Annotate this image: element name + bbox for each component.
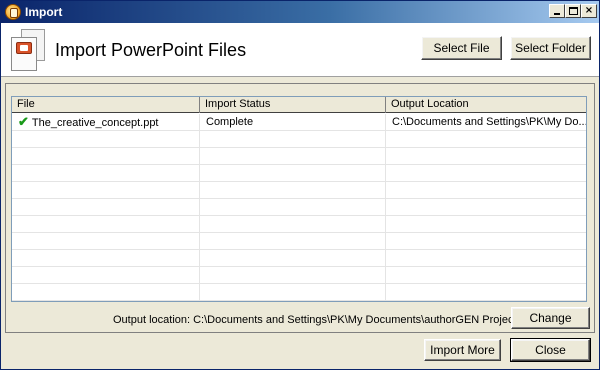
table-row: [12, 250, 586, 267]
select-folder-button[interactable]: Select Folder: [510, 36, 591, 60]
column-header-output-location[interactable]: Output Location: [386, 97, 586, 113]
app-icon: [5, 4, 21, 20]
close-button[interactable]: Close: [510, 338, 591, 362]
select-file-button[interactable]: Select File: [421, 36, 502, 60]
close-window-button[interactable]: ×: [581, 4, 597, 18]
minimize-button[interactable]: [549, 4, 565, 18]
window-title: Import: [25, 5, 63, 19]
table-row[interactable]: ✔ The_creative_concept.ppt Complete C:\Do…: [12, 114, 587, 131]
table-row: [12, 165, 586, 182]
maximize-icon: [569, 7, 578, 15]
column-header-import-status[interactable]: Import Status: [200, 97, 386, 113]
page-title: Import PowerPoint Files: [55, 40, 247, 60]
table-row: [12, 267, 586, 284]
table-row: [12, 148, 586, 165]
output-cell: C:\Documents and Settings\PK\My Do...: [392, 116, 587, 128]
column-header-file[interactable]: File: [12, 97, 200, 113]
table-row: [12, 233, 586, 250]
change-button[interactable]: Change: [511, 307, 590, 329]
table-row: [12, 301, 587, 302]
file-cell: ✔ The_creative_concept.ppt: [12, 114, 200, 131]
minimize-icon: [554, 13, 560, 15]
powerpoint-document-icon: [9, 29, 49, 73]
table-row: [12, 131, 586, 148]
table-row: [12, 182, 586, 199]
close-icon: ×: [584, 5, 594, 16]
table-row: [12, 284, 586, 301]
output-location-text: Output location: C:\Documents and Settin…: [113, 314, 523, 326]
table-row: [12, 216, 586, 233]
check-icon: ✔: [18, 114, 29, 129]
file-name: The_creative_concept.ppt: [31, 117, 159, 129]
grid-rows: ✔ The_creative_concept.ppt Complete C:\Do…: [12, 114, 587, 302]
maximize-button[interactable]: [565, 4, 581, 18]
table-row: [12, 199, 586, 216]
grid-header: File Import Status Output Location: [12, 97, 586, 113]
title-bar[interactable]: Import ×: [1, 1, 599, 23]
import-file-grid[interactable]: File Import Status Output Location ✔ The_…: [11, 96, 587, 302]
import-more-button[interactable]: Import More: [424, 339, 501, 361]
status-cell: Complete: [200, 114, 386, 131]
import-dialog: Import × Import PowerPoint Files Select …: [0, 0, 600, 370]
powerpoint-logo-icon: [16, 42, 32, 54]
